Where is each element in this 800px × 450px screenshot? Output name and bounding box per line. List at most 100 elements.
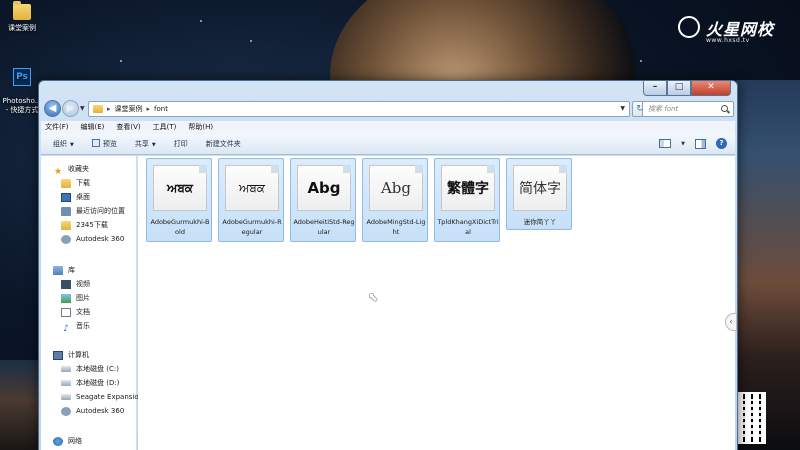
font-sample: Abg (307, 179, 341, 197)
nav-label: 最近访问的位置 (76, 207, 125, 215)
desktop-icon-course-folder[interactable]: 课堂案例 (0, 1, 44, 33)
recent-pages-dropdown[interactable]: ▼ (80, 105, 85, 112)
cloud-icon (61, 406, 71, 416)
font-sample: 繁體字 (447, 181, 489, 197)
file-name: 迷你简丫丫 (523, 218, 557, 226)
nav-item-documents[interactable]: 文档 (61, 305, 90, 319)
nav-item-autodesk-360-drive[interactable]: Autodesk 360 (61, 404, 124, 418)
star-icon: ★ (53, 166, 63, 177)
preview-label: 预览 (102, 140, 117, 148)
nav-libraries[interactable]: 库 (53, 263, 75, 277)
nav-label: 视频 (76, 280, 90, 288)
library-icon (53, 265, 63, 275)
menu-tools[interactable]: 工具(T) (153, 121, 177, 134)
minimize-button[interactable]: – (643, 81, 667, 96)
file-name: AdobeHeitiStd-Regular (293, 218, 355, 236)
drive-icon (61, 366, 71, 372)
mouse-cursor-icon: ⬉ (368, 290, 379, 304)
menu-help[interactable]: 帮助(H) (188, 121, 213, 134)
nav-item-autodesk-360[interactable]: Autodesk 360 (61, 232, 124, 246)
nav-label: 桌面 (76, 193, 90, 201)
nav-item-seagate[interactable]: Seagate Expansio (61, 390, 139, 404)
font-sample: Abg (380, 179, 412, 197)
nav-label: Seagate Expansio (76, 393, 139, 401)
qr-code (738, 392, 766, 444)
nav-label: 文档 (76, 308, 90, 316)
nav-item-desktop[interactable]: 桌面 (61, 190, 90, 204)
star (250, 40, 252, 42)
new-folder-button[interactable]: 新建文件夹 (200, 137, 247, 151)
breadcrumb-separator[interactable]: ▸ (147, 105, 151, 113)
file-item[interactable]: ਅਬਕ AdobeGurmukhi-Regular (218, 158, 284, 242)
forward-button[interactable]: ▶ (62, 100, 79, 117)
view-controls: ▼ ? (659, 138, 727, 149)
folder-icon (93, 105, 103, 113)
organize-label: 组织 (53, 140, 67, 148)
menu-bar: 文件(F) 编辑(E) 查看(V) 工具(T) 帮助(H) (41, 121, 735, 134)
address-dropdown-icon[interactable]: ▼ (620, 105, 625, 112)
drive-icon (61, 380, 71, 386)
breadcrumb-separator[interactable]: ▸ (107, 105, 111, 113)
document-icon (61, 307, 71, 317)
chevron-down-icon: ▼ (151, 142, 156, 148)
nav-label: 计算机 (68, 351, 89, 359)
back-button[interactable]: ◀ (44, 100, 61, 117)
nav-label: Autodesk 360 (76, 235, 125, 243)
nav-item-recent[interactable]: 最近访问的位置 (61, 204, 125, 218)
collapse-handle[interactable]: ‹ (725, 313, 737, 331)
breadcrumb-font[interactable]: font (154, 105, 168, 113)
nav-label: 本地磁盘 (D:) (76, 379, 120, 387)
folder-icon (61, 220, 71, 230)
preview-button[interactable]: 预览 (86, 137, 123, 151)
nav-label: 音乐 (76, 322, 90, 330)
maximize-button[interactable]: □ (667, 81, 691, 96)
search-input[interactable]: 搜索 font (642, 101, 734, 117)
chevron-down-icon[interactable]: ▼ (681, 141, 685, 147)
address-bar[interactable]: ▸ 课堂案例 ▸ font ▼ (88, 101, 630, 117)
menu-view[interactable]: 查看(V) (116, 121, 140, 134)
star (200, 20, 202, 22)
nav-item-music[interactable]: ♪ 音乐 (61, 319, 90, 334)
file-item[interactable]: Abg AdobeMingStd-Light (362, 158, 428, 242)
recent-places-icon (61, 206, 71, 216)
nav-computer[interactable]: 计算机 (53, 348, 89, 362)
file-item[interactable]: ਅਬਕ AdobeGurmukhi-Bold (146, 158, 212, 242)
nav-network[interactable]: 网络 (53, 434, 82, 448)
logo-url: www.hxsd.tv (706, 37, 750, 44)
menu-file[interactable]: 文件(F) (45, 121, 69, 134)
print-button[interactable]: 打印 (168, 137, 194, 151)
preview-pane-icon[interactable] (695, 138, 706, 149)
nav-favorites[interactable]: ★ 收藏夹 (53, 162, 89, 177)
share-label: 共享 (134, 140, 149, 148)
organize-button[interactable]: 组织 ▼ (47, 137, 80, 151)
help-icon[interactable]: ? (716, 138, 727, 149)
file-item[interactable]: 简体字 迷你简丫丫 (506, 158, 572, 230)
back-arrow-icon: ◀ (48, 103, 57, 114)
font-thumbnail: ਅਬਕ (153, 165, 207, 211)
caption-buttons: – □ ✕ (643, 81, 731, 96)
change-view-icon[interactable] (659, 139, 672, 148)
menu-edit[interactable]: 编辑(E) (81, 121, 105, 134)
font-sample: ਅਬਕ (239, 180, 265, 195)
nav-label: 本地磁盘 (C:) (76, 365, 119, 373)
nav-item-downloads[interactable]: 下载 (61, 176, 90, 190)
search-icon[interactable] (721, 105, 728, 112)
file-item[interactable]: 繁體字 TpldKhangXiDictTrial (434, 158, 500, 242)
nav-item-drive-d[interactable]: 本地磁盘 (D:) (61, 376, 119, 390)
close-button[interactable]: ✕ (691, 81, 731, 96)
downloads-folder-icon (61, 178, 71, 188)
nav-item-2345-downloads[interactable]: 2345下载 (61, 218, 108, 232)
desktop-icon-label: 课堂案例 (8, 24, 36, 32)
file-item[interactable]: Abg AdobeHeitiStd-Regular (290, 158, 356, 242)
breadcrumb-course-folder[interactable]: 课堂案例 (115, 104, 143, 114)
file-list: ਅਬਕ AdobeGurmukhi-Bold ਅਬਕ AdobeGurmukhi… (138, 156, 735, 450)
nav-item-drive-c[interactable]: 本地磁盘 (C:) (61, 362, 119, 376)
nav-item-pictures[interactable]: 图片 (61, 291, 90, 305)
share-button[interactable]: 共享 ▼ (129, 137, 162, 151)
font-thumbnail: Abg (369, 165, 423, 211)
file-name: AdobeGurmukhi-Bold (150, 218, 210, 236)
nav-item-videos[interactable]: 视频 (61, 277, 90, 291)
photoshop-icon: Ps (13, 68, 31, 86)
drive-icon (61, 394, 71, 400)
logo-mark-icon (678, 16, 700, 38)
